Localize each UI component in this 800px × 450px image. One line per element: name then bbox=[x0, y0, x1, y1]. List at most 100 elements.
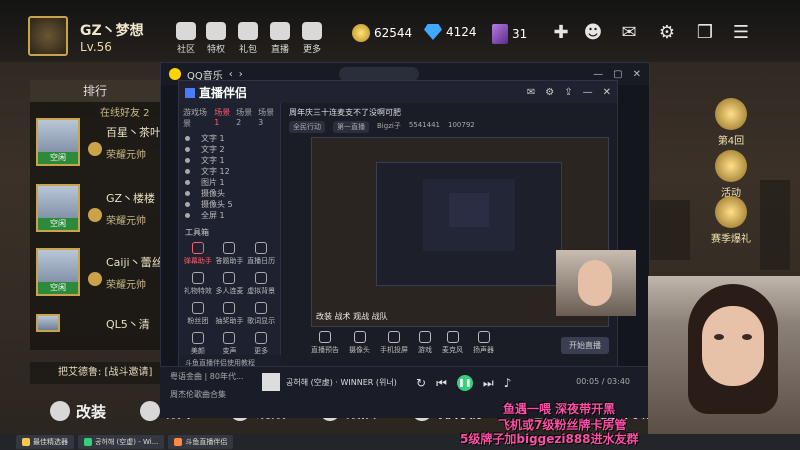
gear-icon[interactable]: ⚙ bbox=[545, 87, 554, 98]
chat-message[interactable]: 把艾德鲁: [战斗邀请] bbox=[30, 362, 160, 384]
phone-cast-button[interactable]: 手机投屏 bbox=[380, 331, 408, 355]
minimize-icon[interactable]: — bbox=[593, 69, 603, 80]
menu-icon[interactable]: ☰ bbox=[730, 22, 752, 44]
background-tree bbox=[650, 200, 690, 260]
playlist-item[interactable]: 粤语金曲 | 80年代... bbox=[170, 371, 244, 382]
friend-row[interactable]: 空闲 百星丶茶叶 荣耀元帅 bbox=[36, 118, 161, 170]
search-input[interactable] bbox=[338, 67, 419, 81]
tool-voice[interactable]: 变声 bbox=[215, 332, 245, 356]
tool-beauty[interactable]: 美颜 bbox=[183, 332, 213, 356]
playlist-item[interactable]: 周杰伦歌曲合集 bbox=[170, 389, 226, 400]
camera-button[interactable]: 摄像头 bbox=[349, 331, 370, 355]
nested-preview-3 bbox=[449, 193, 489, 227]
add-icon[interactable]: ✚ bbox=[550, 22, 572, 44]
app-logo: 直播伴侣 bbox=[185, 84, 247, 101]
taskbar-item[interactable]: 最佳精选器 bbox=[16, 435, 74, 449]
nav-live-button[interactable]: 直播 bbox=[266, 22, 294, 56]
pause-button[interactable]: ❚❚ bbox=[456, 375, 473, 391]
stream-title[interactable]: 周年庆三十连麦支不了没啊可肥 bbox=[289, 107, 401, 118]
back-icon[interactable]: ‹ bbox=[229, 69, 233, 80]
close-icon[interactable]: ✕ bbox=[603, 87, 611, 98]
star-icon bbox=[715, 150, 747, 182]
live-companion-titlebar: 直播伴侣 ✉ ⚙ ⇪ — ✕ bbox=[179, 81, 617, 103]
friends-icon[interactable]: ☻ bbox=[582, 22, 604, 44]
source-item[interactable]: 全屏 1 bbox=[179, 210, 280, 221]
nav-community-button[interactable]: 社区 bbox=[172, 22, 200, 56]
taskbar-item[interactable]: 공허해 (空虚) - Wi... bbox=[78, 435, 165, 449]
lyrics-icon bbox=[255, 302, 268, 314]
game-button[interactable]: 游戏 bbox=[418, 331, 432, 355]
start-live-button[interactable]: 开始直播 bbox=[561, 337, 609, 354]
source-item[interactable]: 文字 1 bbox=[179, 133, 280, 144]
activity-button[interactable]: 活动 bbox=[706, 150, 756, 199]
player-avatar[interactable] bbox=[28, 16, 68, 56]
source-item[interactable]: 文字 2 bbox=[179, 144, 280, 155]
forward-icon[interactable]: › bbox=[239, 69, 243, 80]
tab-scene-3[interactable]: 场景3 bbox=[258, 107, 276, 129]
bottom-nav-modify[interactable]: 改装 bbox=[50, 398, 106, 424]
tool-fans[interactable]: 粉丝团 bbox=[183, 302, 213, 326]
beauty-icon bbox=[191, 332, 204, 344]
tool-lyrics[interactable]: 歌词显示 bbox=[246, 302, 276, 326]
friend-row[interactable]: 空闲 Caiji丶蕾丝 荣耀元帅 bbox=[36, 248, 163, 300]
mail-icon[interactable]: ✉ bbox=[618, 22, 640, 44]
nav-gift-button[interactable]: 礼包 bbox=[234, 22, 262, 56]
rank-tab[interactable]: 排行 bbox=[30, 80, 160, 102]
tab-scene-game[interactable]: 游戏场景 bbox=[183, 107, 210, 129]
gear-icon[interactable]: ⚙ bbox=[656, 22, 678, 44]
repeat-icon[interactable]: ↻ bbox=[416, 376, 426, 390]
overlay-text-line3: 5级牌子加biggezi888进水友群 bbox=[460, 432, 639, 446]
source-item[interactable]: 摄像头 bbox=[179, 188, 280, 199]
tool-calendar[interactable]: 直播日历 bbox=[246, 242, 276, 266]
previous-icon[interactable]: ⏮ bbox=[436, 376, 447, 391]
tool-quiz[interactable]: 答题助手 bbox=[215, 242, 245, 266]
speaker-button[interactable]: 扬声器 bbox=[473, 331, 494, 355]
friend-row[interactable]: QL5丶清 bbox=[36, 314, 160, 334]
nested-preview bbox=[376, 162, 562, 286]
maximize-icon[interactable]: ▢ bbox=[613, 69, 622, 80]
stream-controls: 直播预告 摄像头 手机投屏 游戏 麦克风 扬声器 开始直播 bbox=[311, 331, 609, 361]
album-cover[interactable] bbox=[262, 373, 280, 391]
nav-more-button[interactable]: 更多 bbox=[298, 22, 326, 56]
background-tree bbox=[760, 180, 790, 270]
source-item[interactable]: 文字 12 bbox=[179, 166, 280, 177]
qqmusic-logo-icon bbox=[169, 68, 181, 80]
tool-more[interactable]: 更多 bbox=[246, 332, 276, 356]
friend-avatar: 空闲 bbox=[36, 118, 80, 166]
card-balance: 31 bbox=[492, 24, 527, 44]
playback-time: 00:05 / 03:40 bbox=[576, 377, 630, 386]
taskbar-item[interactable]: 斗鱼直播伴侣 bbox=[168, 435, 234, 449]
source-item[interactable]: 图片 1 bbox=[179, 177, 280, 188]
nav-privilege-button[interactable]: 特权 bbox=[202, 22, 230, 56]
close-icon[interactable]: ✕ bbox=[633, 69, 641, 80]
quiz-icon bbox=[223, 242, 236, 254]
tab-scene-1[interactable]: 场景1 bbox=[214, 107, 232, 129]
diamond-icon bbox=[424, 24, 442, 40]
mic-button[interactable]: 麦克风 bbox=[442, 331, 463, 355]
source-item[interactable]: 文字 1 bbox=[179, 155, 280, 166]
tool-danmaku[interactable]: 弹幕助手 bbox=[183, 242, 213, 266]
next-icon[interactable]: ⏭ bbox=[483, 376, 494, 391]
minimize-icon[interactable]: — bbox=[583, 87, 593, 98]
volume-icon[interactable]: ♪ bbox=[504, 376, 512, 390]
skull-icon bbox=[140, 401, 160, 421]
share-icon[interactable]: ⇪ bbox=[564, 87, 572, 98]
source-item[interactable]: 摄像头 5 bbox=[179, 199, 280, 210]
friend-avatar: 空闲 bbox=[36, 184, 80, 232]
tab-scene-2[interactable]: 场景2 bbox=[236, 107, 254, 129]
book-icon[interactable]: ❒ bbox=[694, 22, 716, 44]
grid-icon bbox=[302, 22, 322, 40]
tool-multi-mic[interactable]: 多人连麦 bbox=[215, 272, 245, 296]
live-icon bbox=[174, 438, 183, 446]
preview-announce-button[interactable]: 直播预告 bbox=[311, 331, 339, 355]
tool-virtual-bg[interactable]: 虚拟背景 bbox=[246, 272, 276, 296]
player-name: GZ丶梦想 bbox=[80, 23, 144, 39]
logo-icon bbox=[185, 88, 195, 98]
scene-tabs: 游戏场景 场景1 场景2 场景3 bbox=[179, 103, 280, 133]
season-gift-button[interactable]: 赛季爆礼 bbox=[706, 196, 756, 245]
tool-gift-effect[interactable]: 礼物特效 bbox=[183, 272, 213, 296]
message-icon[interactable]: ✉ bbox=[527, 87, 535, 98]
friend-row[interactable]: 空闲 GZ丶楼楼 荣耀元帅 bbox=[36, 184, 160, 236]
tool-lottery[interactable]: 抽奖助手 bbox=[215, 302, 245, 326]
season-rank-button[interactable]: 第4回 bbox=[706, 98, 756, 147]
